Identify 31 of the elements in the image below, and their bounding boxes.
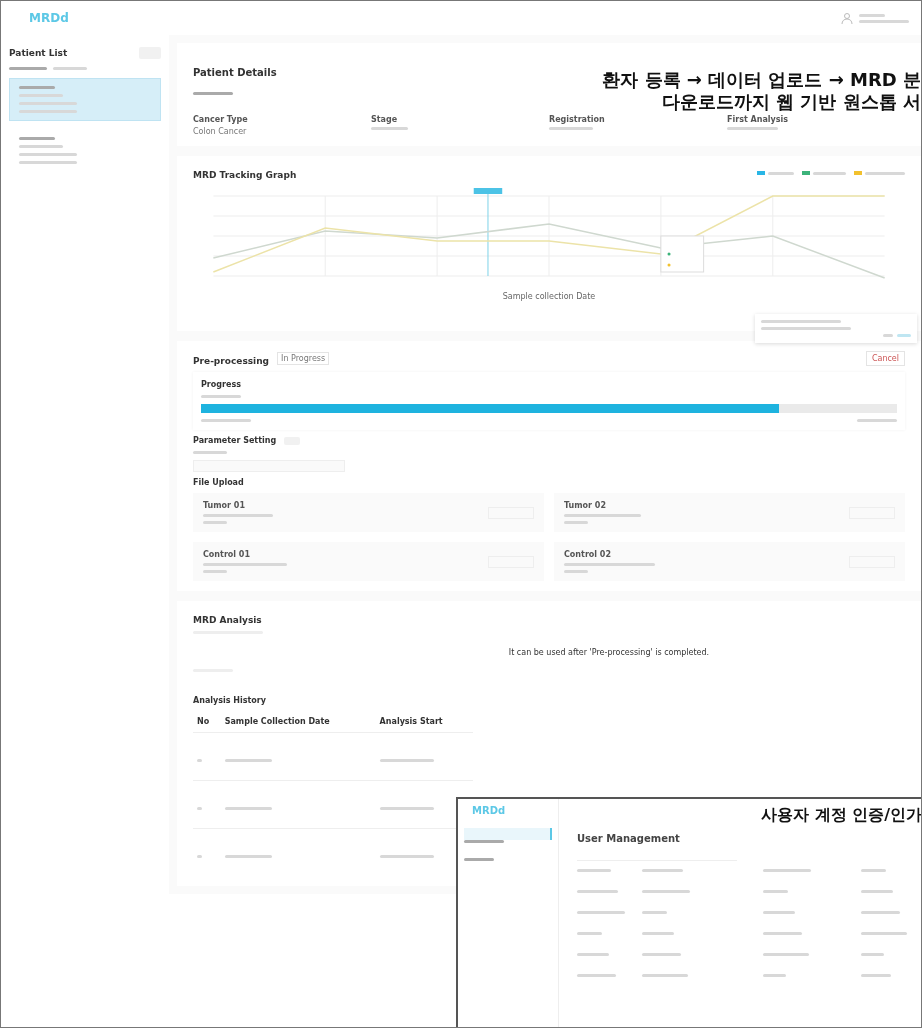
sidebar-title: Patient List bbox=[9, 48, 68, 58]
field-label: First Analysis bbox=[727, 115, 790, 124]
section-subtitle: Parameter Setting bbox=[193, 436, 277, 445]
chart-title: MRD Tracking Graph bbox=[193, 169, 297, 180]
field-value: Colon Cancer bbox=[193, 127, 248, 136]
progress-title: Progress bbox=[201, 380, 242, 389]
status-badge: In Progress bbox=[277, 352, 330, 365]
field-label: Cancer Type bbox=[193, 115, 249, 124]
column-header: Sample Collection Date bbox=[220, 711, 376, 733]
file-label: Control 01 bbox=[203, 550, 251, 559]
caption-line: 다운로드까지 웹 기반 원스톱 서 bbox=[661, 90, 921, 113]
section-title: Patient Details bbox=[193, 66, 277, 78]
caption-line: 환자 등록 → 데이터 업로드 → MRD 분 bbox=[602, 69, 921, 91]
page-title: User Management bbox=[577, 833, 681, 844]
section-title: MRD Analysis bbox=[193, 614, 262, 625]
file-label: Tumor 01 bbox=[203, 501, 246, 510]
section-title: Pre-processing bbox=[193, 354, 270, 366]
file-label: Control 02 bbox=[564, 550, 612, 559]
app-logo: MRDd bbox=[472, 805, 507, 816]
axis-label: Sample collection Date bbox=[502, 292, 596, 301]
caption-line: 사용자 계정 인증/인가 bbox=[761, 805, 921, 825]
section-subtitle: File Upload bbox=[193, 478, 244, 487]
notice-text: It can be used after 'Pre-processing' is completed. bbox=[508, 648, 710, 657]
column-header: No bbox=[193, 711, 221, 733]
file-label: Tumor 02 bbox=[564, 501, 607, 510]
cancel-button[interactable]: Cancel bbox=[865, 351, 905, 366]
column-header: Analysis Start bbox=[375, 711, 473, 733]
section-subtitle: Analysis History bbox=[193, 696, 266, 705]
field-label: Stage bbox=[371, 115, 399, 124]
app-logo: MRDd bbox=[29, 11, 69, 25]
field-label: Registration bbox=[549, 115, 606, 124]
